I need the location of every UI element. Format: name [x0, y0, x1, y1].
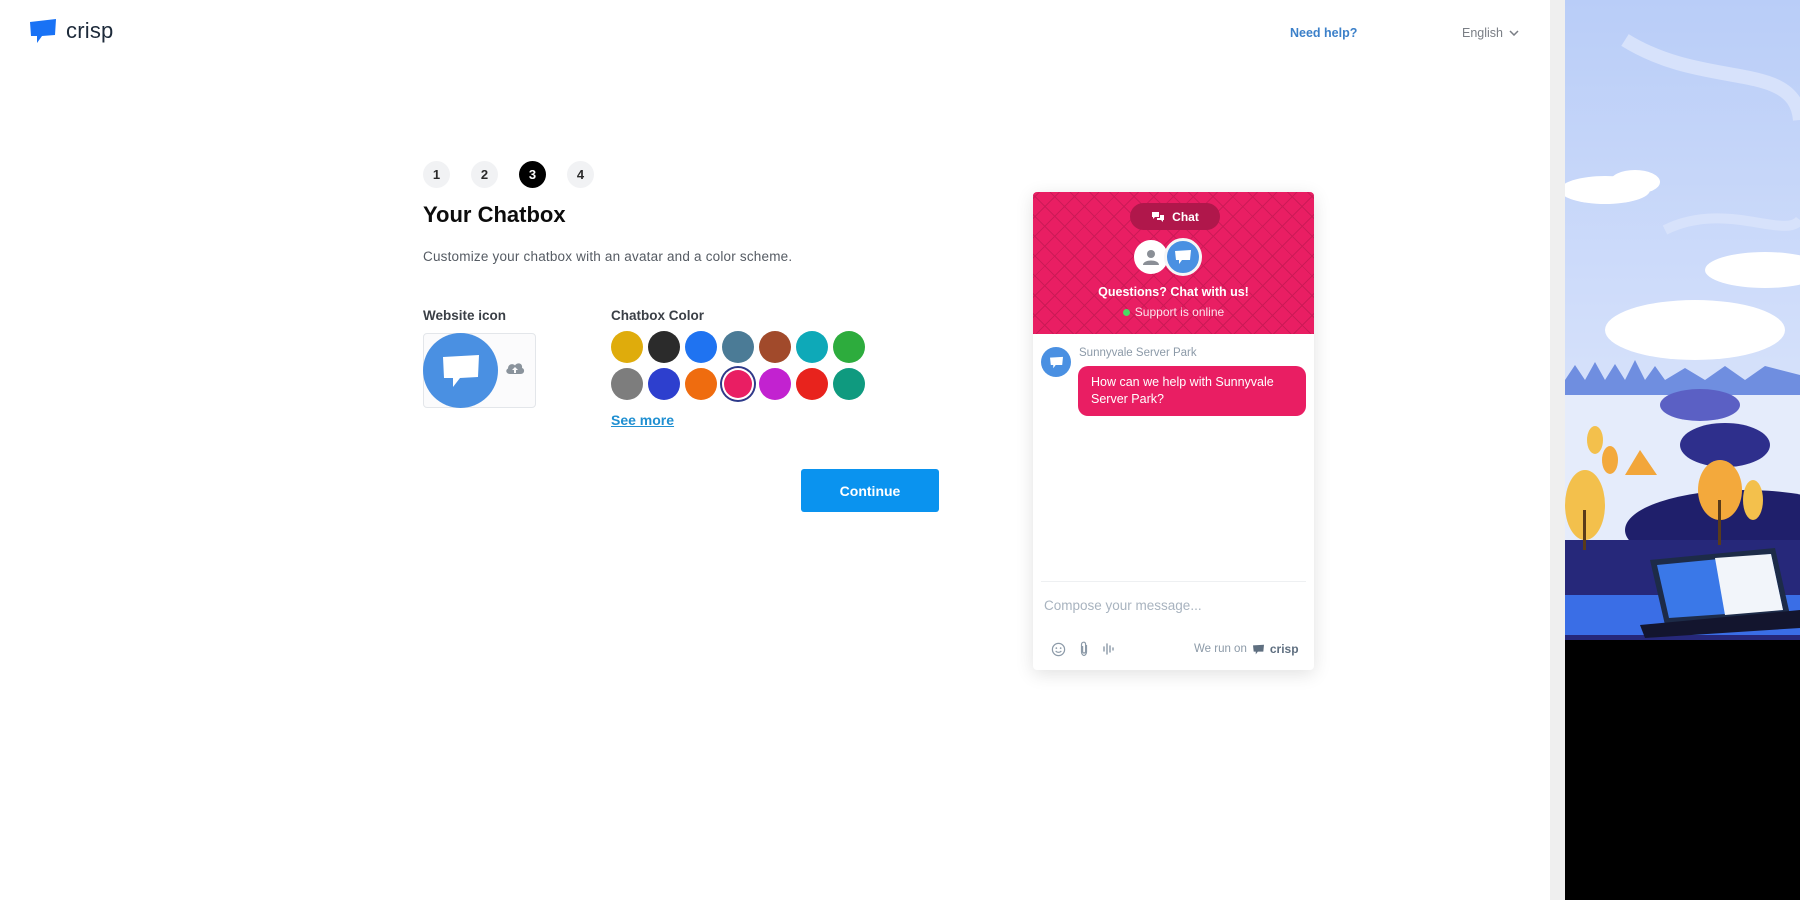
- color-swatch-yellow[interactable]: [611, 331, 643, 363]
- website-icon-avatar: [423, 333, 498, 408]
- emoji-icon[interactable]: [1051, 642, 1066, 657]
- operator-name: Sunnyvale Server Park: [1079, 347, 1197, 359]
- crisp-logo-icon: [30, 19, 56, 43]
- support-status-text: Support is online: [1134, 305, 1225, 319]
- logo-text: crisp: [66, 18, 114, 43]
- color-swatch-grid: [611, 331, 865, 400]
- need-help-link[interactable]: Need help?: [1290, 26, 1357, 40]
- chat-bubble-icon: [1175, 250, 1191, 264]
- user-icon: [1143, 250, 1159, 265]
- operator-message-bubble: How can we help with Sunnyvale Server Pa…: [1078, 366, 1306, 416]
- chat-tab-label: Chat: [1172, 209, 1199, 224]
- step-4[interactable]: 4: [567, 161, 594, 188]
- page-title: Your Chatbox: [423, 202, 566, 227]
- user-avatar: [1134, 240, 1168, 274]
- agent-avatars: [1134, 238, 1206, 276]
- color-swatch-black[interactable]: [648, 331, 680, 363]
- operator-message-avatar: [1041, 347, 1071, 377]
- scrollbar-gutter: [1550, 0, 1565, 900]
- chatbox-preview: Chat Questions? Chat with us! Support is…: [1033, 192, 1314, 670]
- cloud-upload-icon[interactable]: [505, 361, 525, 380]
- attachment-icon[interactable]: [1079, 641, 1089, 657]
- step-3[interactable]: 3: [519, 161, 546, 188]
- color-swatch-blue[interactable]: [685, 331, 717, 363]
- run-on-text: We run on: [1194, 643, 1247, 655]
- color-swatch-orange[interactable]: [685, 368, 717, 400]
- chat-bubble-icon: [1049, 356, 1063, 368]
- continue-button[interactable]: Continue: [801, 469, 939, 512]
- support-status: Support is online: [1033, 305, 1314, 319]
- chat-icon: [1152, 211, 1165, 222]
- color-swatch-red[interactable]: [796, 368, 828, 400]
- language-selector[interactable]: English: [1462, 26, 1519, 40]
- color-swatch-pink[interactable]: [722, 368, 754, 400]
- chatbox-color-label: Chatbox Color: [611, 308, 704, 323]
- chevron-down-icon: [1509, 30, 1519, 36]
- audio-wave-icon[interactable]: [1102, 642, 1116, 656]
- online-dot-icon: [1122, 308, 1130, 316]
- step-1[interactable]: 1: [423, 161, 450, 188]
- setup-page: crisp Need help? English 1 2 3 4 Your Ch…: [0, 0, 1550, 900]
- crisp-logo-icon: [1252, 644, 1264, 654]
- chat-tab[interactable]: Chat: [1130, 203, 1220, 230]
- run-on-brand: crisp: [1269, 642, 1299, 656]
- color-swatch-purple[interactable]: [759, 368, 791, 400]
- color-swatch-teal[interactable]: [796, 331, 828, 363]
- winter-illustration: [1565, 0, 1800, 900]
- chat-bubble-icon: [442, 354, 479, 387]
- language-label: English: [1462, 26, 1503, 40]
- color-swatch-dark-teal[interactable]: [833, 368, 865, 400]
- powered-by[interactable]: We run on crisp: [1194, 642, 1299, 656]
- compose-tools: [1051, 641, 1116, 657]
- compose-divider: [1041, 581, 1306, 582]
- color-swatch-green[interactable]: [833, 331, 865, 363]
- step-indicator: 1 2 3 4: [423, 161, 594, 188]
- operator-avatar: [1164, 238, 1202, 276]
- color-swatch-brown[interactable]: [759, 331, 791, 363]
- page-subtitle: Customize your chatbox with an avatar an…: [423, 249, 793, 264]
- color-swatch-steel-blue[interactable]: [722, 331, 754, 363]
- step-2[interactable]: 2: [471, 161, 498, 188]
- chatbox-header: Chat Questions? Chat with us! Support is…: [1033, 192, 1314, 334]
- color-swatch-royal-blue[interactable]: [648, 368, 680, 400]
- color-swatch-gray[interactable]: [611, 368, 643, 400]
- crisp-logo[interactable]: crisp: [28, 18, 113, 44]
- compose-input[interactable]: Compose your message...: [1044, 598, 1202, 613]
- see-more-colors-link[interactable]: See more: [611, 412, 674, 428]
- chat-headline: Questions? Chat with us!: [1098, 285, 1249, 299]
- website-icon-label: Website icon: [423, 308, 507, 323]
